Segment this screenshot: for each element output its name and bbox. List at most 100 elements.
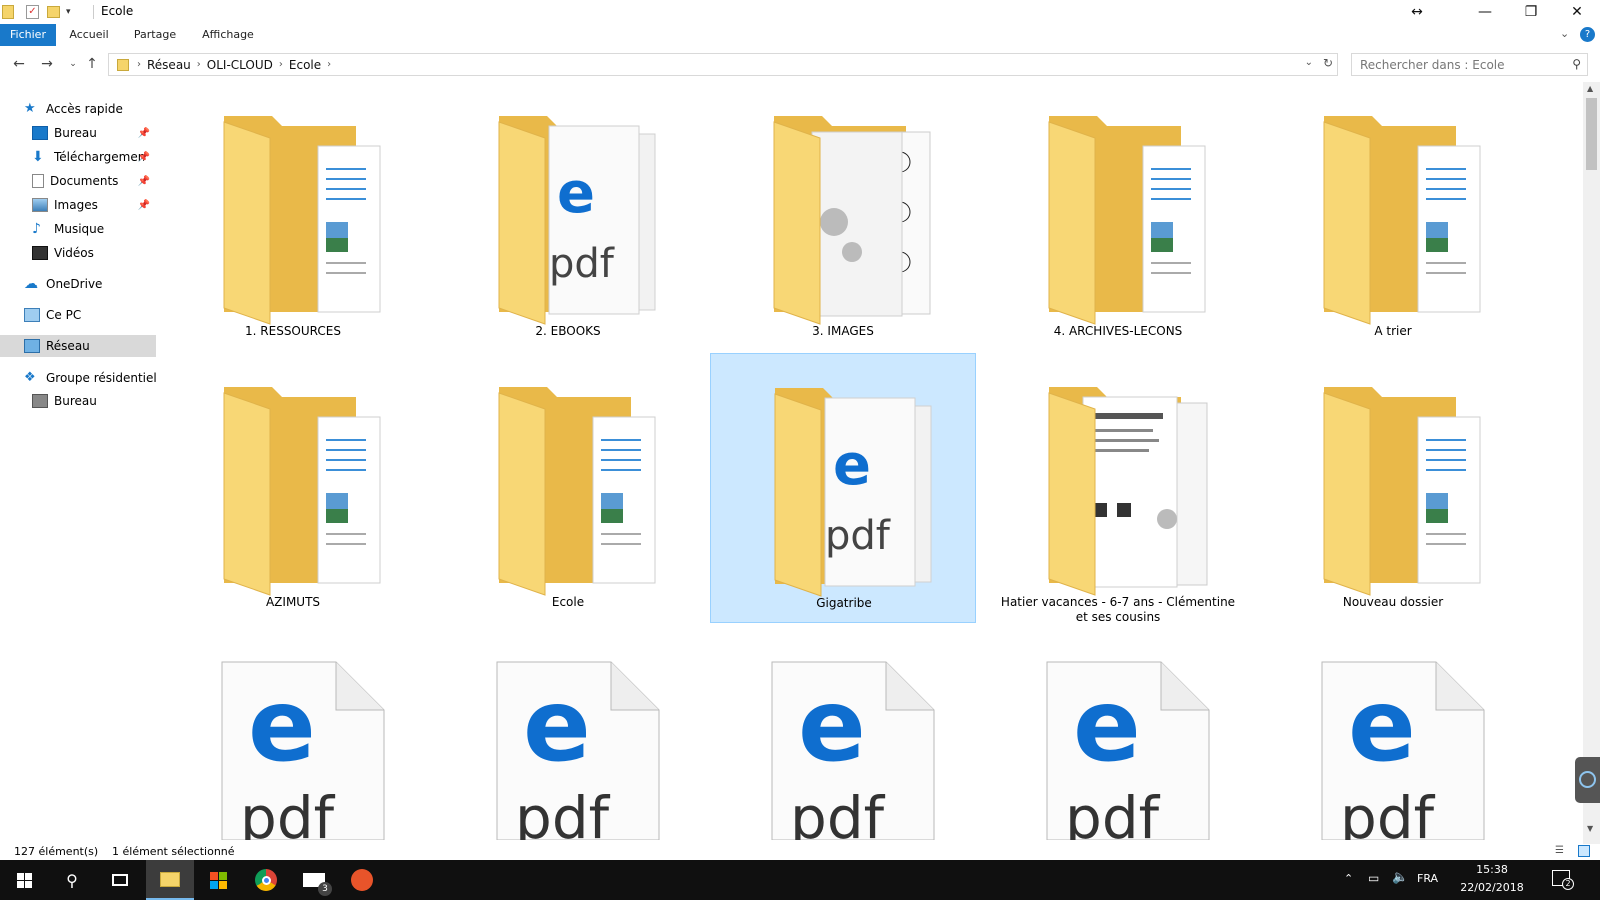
pin-icon[interactable]: 📌 [138, 176, 150, 187]
ribbon-tabs: Fichier Accueil Partage Affichage ⌄ ? [0, 24, 1600, 46]
pdf-file-item[interactable]: e pdf [160, 622, 426, 844]
teamviewer-icon [1579, 771, 1596, 788]
large-icons-view-icon[interactable] [1578, 845, 1590, 857]
pdf-file-item[interactable]: e pdf [435, 622, 701, 844]
breadcrumb-ecole[interactable]: Ecole [289, 58, 321, 72]
help-icon[interactable]: ? [1580, 27, 1595, 42]
svg-text:e: e [1073, 667, 1141, 784]
sidebar-item-reseau[interactable]: Réseau [0, 335, 156, 357]
folder-item[interactable]: 1. RESSOURCES [160, 82, 426, 352]
scrollbar-thumb[interactable] [1586, 98, 1597, 170]
sidebar-item-homegroup-bureau[interactable]: Bureau [0, 390, 158, 412]
separator-icon[interactable]: › [279, 59, 283, 70]
start-button[interactable] [0, 860, 48, 900]
volume-icon[interactable]: 🔈 [1392, 870, 1408, 885]
file-explorer-taskbar-icon[interactable] [146, 860, 194, 900]
tab-accueil[interactable]: Accueil [60, 24, 118, 46]
sidebar-item-ce-pc[interactable]: Ce PC [0, 304, 158, 326]
svg-text:pdf: pdf [1340, 784, 1436, 840]
search-icon[interactable]: ⚲ [48, 860, 96, 900]
pin-icon[interactable]: 📌 [138, 128, 150, 139]
folder-item[interactable]: A trier [1260, 82, 1526, 352]
sidebar-item-groupe-residentiel[interactable]: ❖ Groupe résidentiel [0, 367, 158, 389]
clock-time[interactable]: 15:38 [1470, 863, 1514, 876]
sidebar-item-telechargements[interactable]: ⬇ Téléchargements 📌 [0, 146, 158, 168]
user-icon [32, 394, 48, 408]
clock-date[interactable]: 22/02/2018 [1456, 881, 1528, 894]
chevron-down-icon[interactable]: ▾ [66, 7, 71, 17]
search-icon[interactable]: ⚲ [1572, 57, 1581, 71]
pin-icon[interactable]: 📌 [138, 200, 150, 211]
tab-partage[interactable]: Partage [126, 24, 184, 46]
folder-label: 3. IMAGES [812, 324, 874, 338]
folder-item[interactable]: e pdf 2. EBOOKS [435, 82, 701, 352]
svg-text:pdf: pdf [515, 784, 611, 840]
show-hidden-icons[interactable]: ⌃ [1344, 872, 1353, 885]
separator-icon[interactable]: › [197, 59, 201, 70]
address-dropdown-icon[interactable]: ⌄ [1305, 57, 1313, 68]
breadcrumb-oli-cloud[interactable]: OLI-CLOUD [207, 58, 273, 72]
store-icon[interactable] [194, 860, 242, 900]
sidebar-item-musique[interactable]: ♪ Musique [0, 218, 158, 240]
pin-icon[interactable]: 📌 [138, 152, 150, 163]
folder-item[interactable]: 3. IMAGES [710, 82, 976, 352]
edge-letter: e [557, 161, 595, 226]
separator-icon[interactable]: › [137, 59, 141, 70]
sidebar-item-bureau[interactable]: Bureau 📌 [0, 122, 158, 144]
sidebar-item-documents[interactable]: Documents 📌 [0, 170, 158, 192]
vertical-scrollbar[interactable]: ▲ ▼ [1583, 82, 1600, 844]
sidebar-item-acces-rapide[interactable]: ★ Accès rapide [0, 98, 158, 120]
restore-button[interactable]: ❐ [1508, 0, 1554, 24]
pdf-file-item[interactable]: e pdf [1260, 622, 1526, 844]
separator-icon[interactable]: › [327, 59, 331, 70]
forward-button[interactable]: → [37, 54, 57, 74]
up-button[interactable]: ↑ [82, 54, 102, 74]
network-icon [24, 339, 40, 353]
folder-item[interactable]: Hatier vacances - 6-7 ans - Clémentine e… [985, 353, 1251, 624]
folder-item[interactable]: Nouveau dossier [1260, 353, 1526, 623]
action-center-icon[interactable]: 2 [1552, 870, 1574, 890]
folder-label: 2. EBOOKS [535, 324, 601, 338]
computer-icon [24, 308, 40, 322]
mail-icon[interactable]: 3 [290, 860, 338, 900]
close-button[interactable]: ✕ [1554, 0, 1600, 24]
refresh-icon[interactable]: ↻ [1323, 56, 1333, 70]
sidebar-item-onedrive[interactable]: ☁ OneDrive [0, 273, 158, 295]
checklist-icon[interactable]: ✓ [26, 5, 39, 19]
expand-ribbon-icon[interactable]: ⌄ [1560, 27, 1569, 40]
details-view-icon[interactable]: ☰ [1555, 845, 1564, 856]
sidebar-item-images[interactable]: Images 📌 [0, 194, 158, 216]
folder-item[interactable]: Ecole [435, 353, 701, 623]
ccleaner-icon[interactable] [338, 860, 386, 900]
pdf-file-item[interactable]: e pdf [710, 622, 976, 844]
properties-icon[interactable] [2, 5, 14, 19]
sidebar-item-videos[interactable]: Vidéos [0, 242, 158, 264]
pdf-file-item[interactable]: e pdf [985, 622, 1251, 844]
windows-icon [16, 872, 32, 888]
folder-item[interactable]: e pdf Gigatribe [710, 353, 976, 623]
taskbar: ⚲ 3 ⌃ ▭ 🔈 FRA 15:38 22/02/2018 2 [0, 860, 1600, 900]
new-folder-icon[interactable] [47, 6, 60, 18]
tab-affichage[interactable]: Affichage [194, 24, 262, 46]
back-button[interactable]: ← [9, 54, 29, 74]
scroll-down-icon[interactable]: ▼ [1587, 824, 1593, 833]
folder-item[interactable]: AZIMUTS [160, 353, 426, 623]
language-indicator[interactable]: FRA [1417, 872, 1438, 885]
folder-item[interactable]: 4. ARCHIVES-LECONS [985, 82, 1251, 352]
teamviewer-tab[interactable] [1575, 757, 1600, 803]
chrome-icon[interactable] [242, 860, 290, 900]
network-tray-icon[interactable]: ▭ [1368, 871, 1379, 885]
tab-fichier[interactable]: Fichier [0, 24, 56, 46]
folder-label: Ecole [551, 595, 585, 609]
pdf-file-icon: e pdf [1320, 660, 1486, 844]
search-input[interactable]: Rechercher dans : Ecole ⚲ [1351, 53, 1588, 76]
status-bar: 127 élément(s) 1 élément sélectionné ☰ [0, 844, 1600, 860]
search-placeholder: Rechercher dans : Ecole [1360, 58, 1505, 72]
task-view-icon[interactable] [96, 860, 144, 900]
recent-locations-icon[interactable]: ⌄ [63, 54, 83, 74]
breadcrumb-reseau[interactable]: Réseau [147, 58, 191, 72]
minimize-button[interactable]: — [1462, 0, 1508, 24]
scroll-up-icon[interactable]: ▲ [1587, 84, 1593, 93]
address-bar[interactable]: › Réseau › OLI-CLOUD › Ecole › ⌄ ↻ [108, 53, 1338, 76]
resize-icon[interactable]: ↔ [1394, 0, 1440, 24]
